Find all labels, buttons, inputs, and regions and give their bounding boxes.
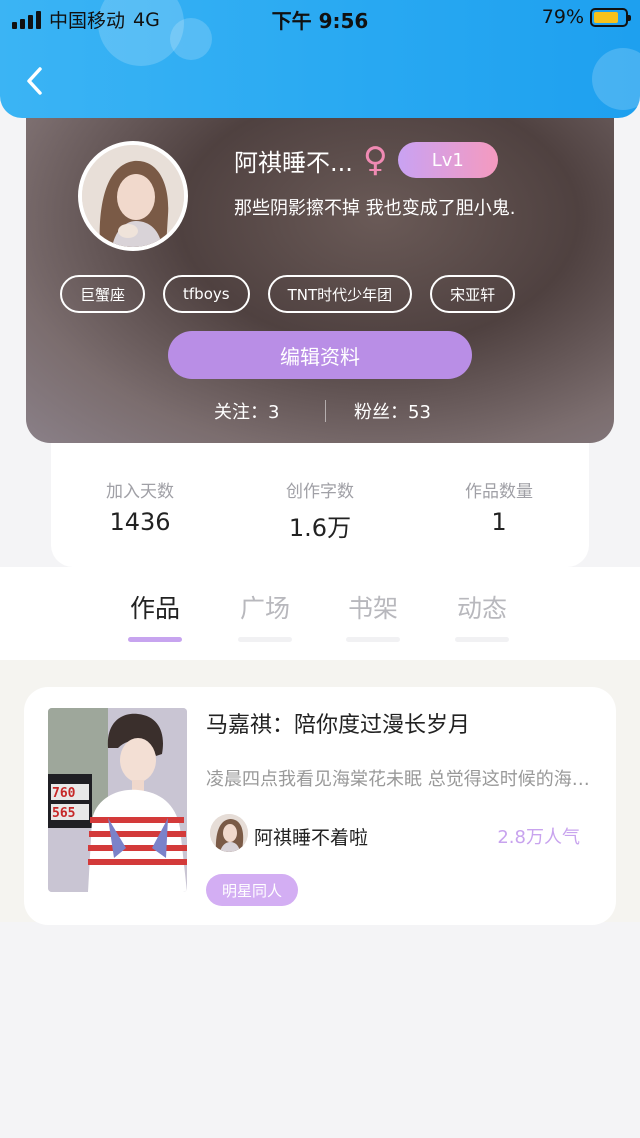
stats-panel: 加入天数 1436 创作字数 1.6万 作品数量 1 (51, 443, 589, 567)
tab-underline (238, 637, 292, 642)
level-badge: Lv1 (397, 142, 498, 178)
stat-label: 作品数量 (465, 482, 533, 502)
popularity-count: 2.8万人气 (497, 827, 580, 848)
cover-number-1: 760 (52, 786, 76, 801)
stat-value: 1 (491, 508, 507, 536)
tag-chip[interactable]: tfboys (163, 275, 250, 313)
genre-tag[interactable]: 明星同人 (206, 874, 299, 906)
tab-square[interactable]: 广场 (230, 589, 300, 642)
chevron-left-icon[interactable] (24, 66, 46, 96)
tab-underline (346, 637, 400, 642)
tag-chip[interactable]: 宋亚轩 (430, 275, 516, 313)
stat-word-count: 创作字数 1.6万 (250, 477, 390, 543)
tab-label: 作品 (129, 594, 180, 623)
author-avatar[interactable] (210, 814, 248, 852)
battery-icon (590, 7, 631, 27)
stat-value: 1.6万 (288, 514, 352, 542)
work-description: 凌晨四点我看见海棠花未眠 总觉得这时候的海棠花 (206, 769, 591, 790)
following-count[interactable]: 关注：3 (214, 398, 279, 424)
profile-card: 阿祺睡不... ♀ Lv1 那些阴影擦不掉 我也变成了胆小鬼. 巨蟹座 tfbo… (26, 96, 614, 443)
profile-name: 阿祺睡不... (234, 148, 353, 177)
stat-label: 创作字数 (286, 482, 354, 502)
empty-area (0, 925, 640, 1138)
tab-works[interactable]: 作品 (120, 589, 190, 642)
work-card[interactable]: 760 565 马嘉祺：陪你度过漫长岁月 凌晨四点我看见海棠花未眠 总觉得这时候… (24, 687, 616, 925)
tab-label: 书架 (347, 594, 398, 623)
tab-activity[interactable]: 动态 (447, 589, 517, 642)
tab-bar: 作品 广场 书架 动态 (0, 567, 640, 660)
stat-label: 加入天数 (106, 482, 174, 502)
profile-bio: 那些阴影擦不掉 我也变成了胆小鬼. (234, 198, 516, 219)
tag-list: 巨蟹座 tfboys TNT时代少年团 宋亚轩 (60, 275, 516, 313)
stat-value: 1436 (109, 508, 171, 536)
tab-bookshelf[interactable]: 书架 (338, 589, 408, 642)
tab-label: 动态 (456, 594, 507, 623)
divider (325, 400, 326, 422)
work-title[interactable]: 马嘉祺：陪你度过漫长岁月 (206, 707, 470, 739)
cover-number-2: 565 (52, 806, 75, 821)
tag-chip[interactable]: TNT时代少年团 (267, 275, 413, 313)
work-cover[interactable]: 760 565 (48, 708, 187, 892)
female-icon: ♀ (362, 140, 388, 180)
battery-percent: 79% (541, 6, 584, 28)
tab-label: 广场 (239, 594, 290, 623)
avatar[interactable] (78, 141, 188, 251)
fans-count[interactable]: 粉丝：53 (354, 398, 431, 424)
tab-underline (128, 637, 182, 642)
tag-chip[interactable]: 巨蟹座 (60, 275, 146, 313)
stat-work-count: 作品数量 1 (429, 477, 569, 536)
author-name[interactable]: 阿祺睡不着啦 (254, 823, 368, 850)
edit-profile-button[interactable]: 编辑资料 (168, 331, 472, 379)
tab-underline (455, 637, 509, 642)
status-bar: 中国移动 4G 下午 9:56 79% (0, 0, 640, 36)
stat-join-days: 加入天数 1436 (70, 477, 210, 536)
